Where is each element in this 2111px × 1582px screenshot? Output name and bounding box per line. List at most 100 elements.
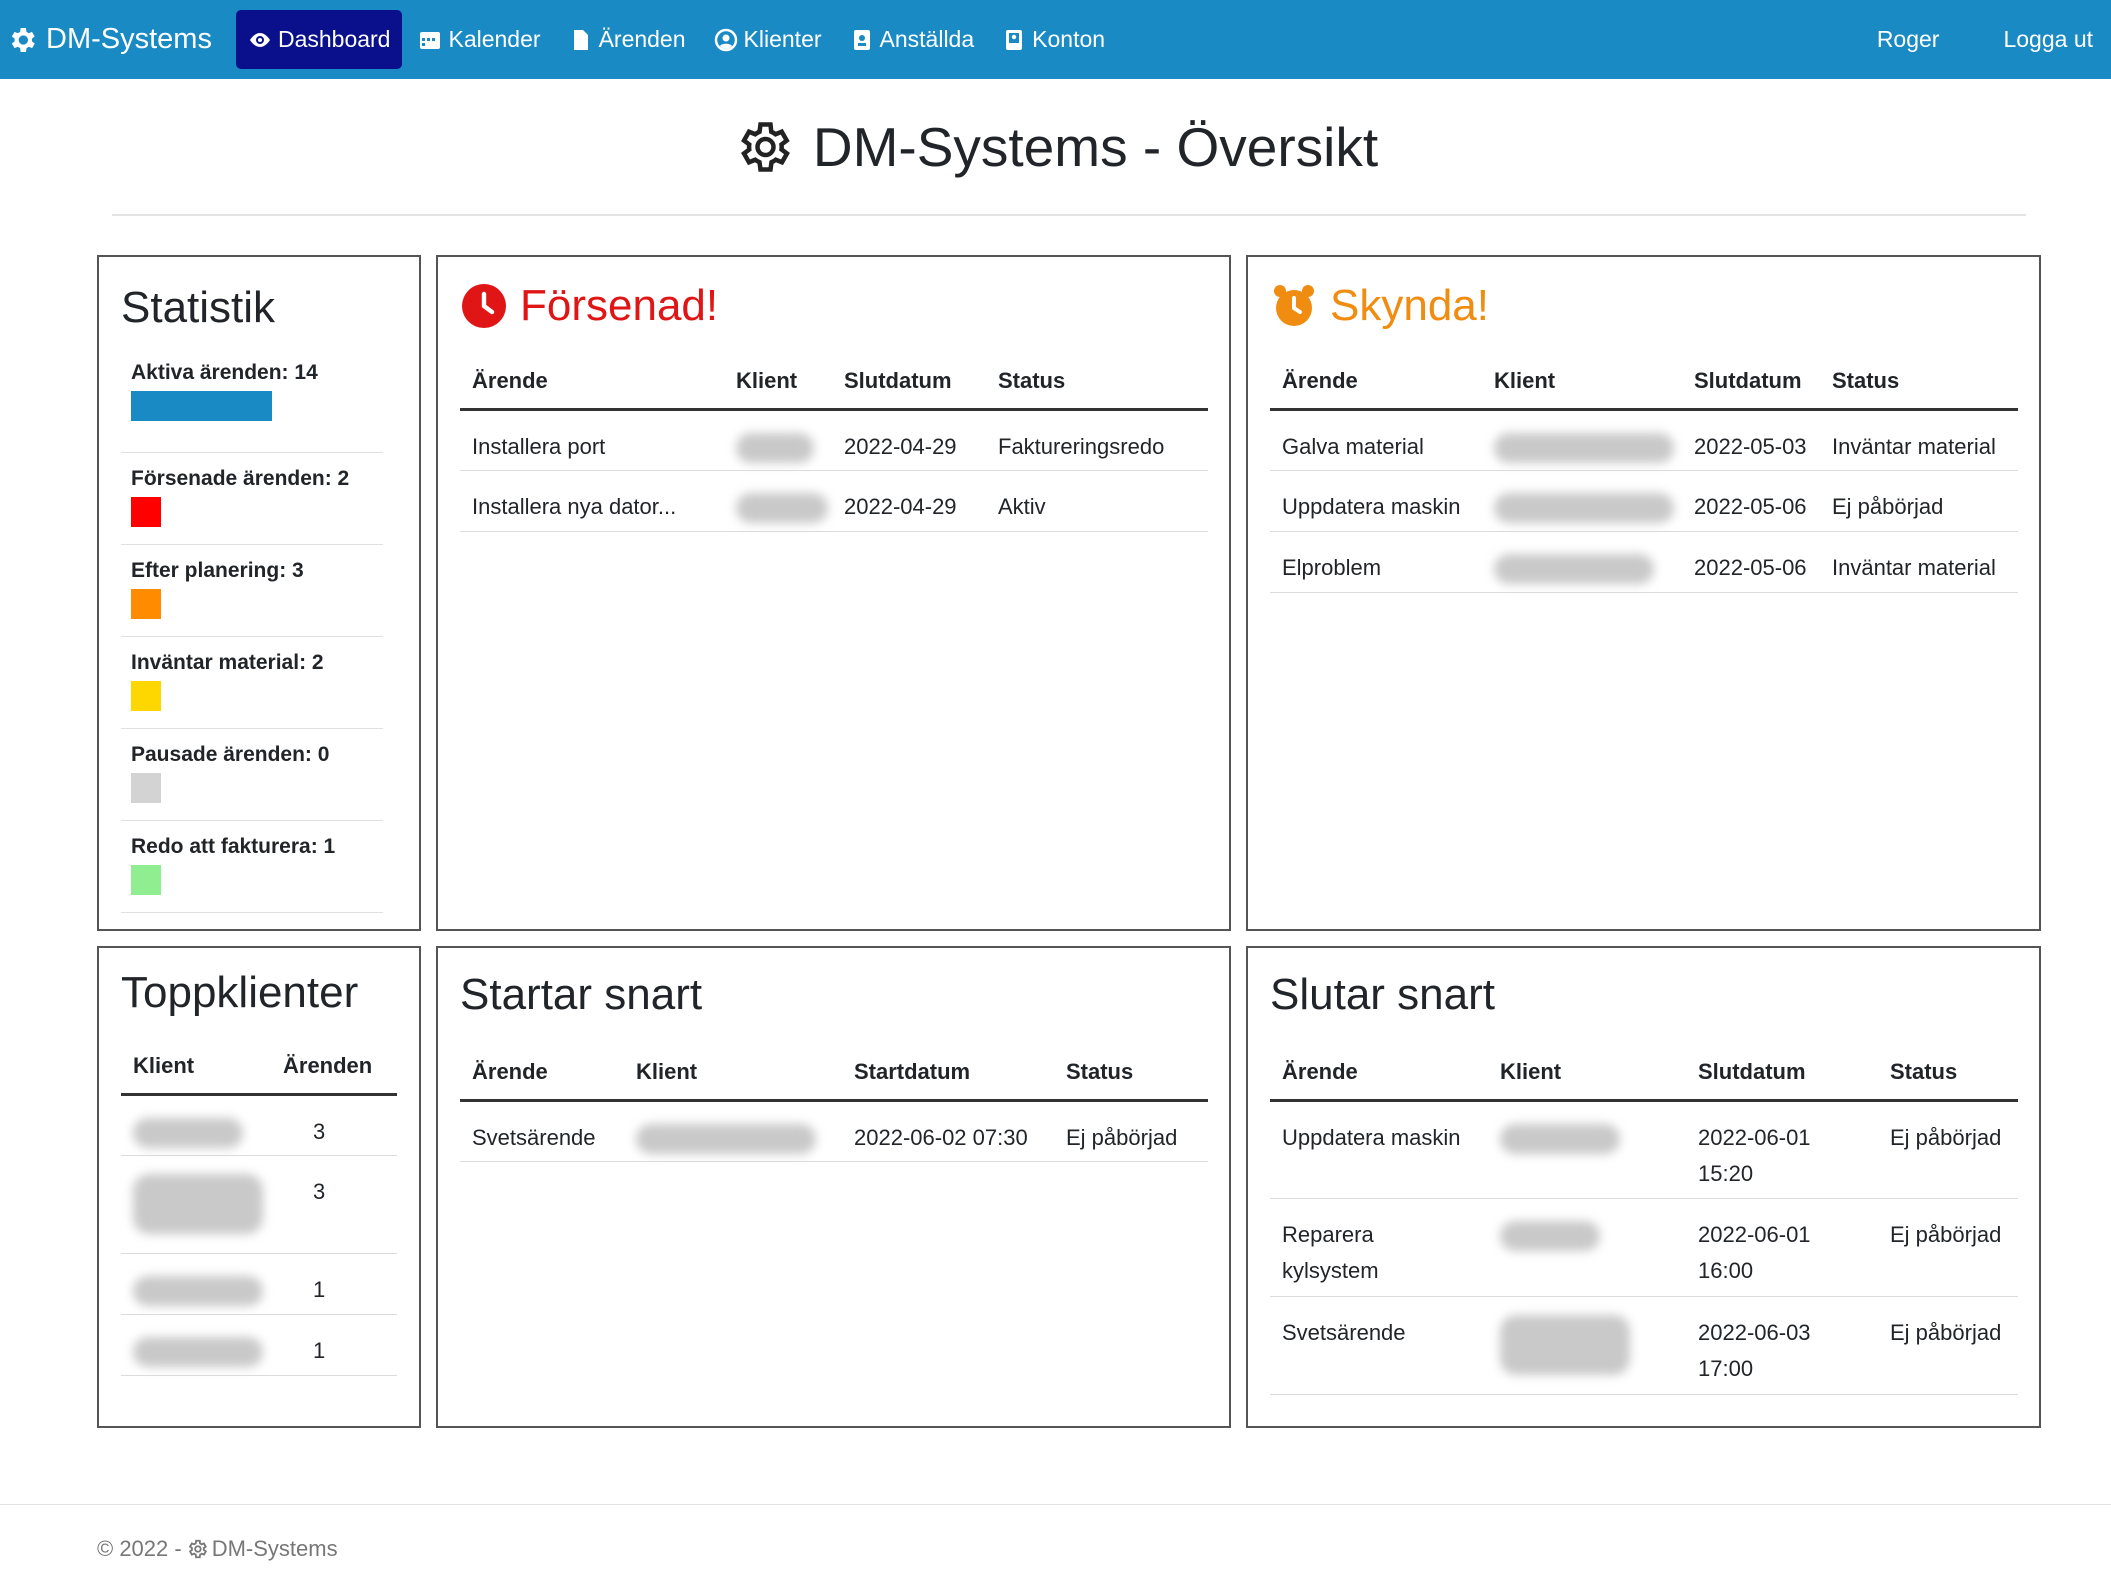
nav-anstallda-label: Anställda — [879, 26, 975, 52]
user-circle-icon — [714, 28, 737, 51]
table-row[interactable]: Svetsärende 2022-06-03 17:00 Ej påbörjad — [1270, 1296, 2018, 1395]
table-row[interactable]: 3 — [121, 1155, 397, 1254]
stat-label: Efter planering: 3 — [131, 559, 304, 582]
stat-item: Pausade ärenden: 0 — [121, 729, 383, 821]
table-row[interactable]: 1 — [121, 1314, 397, 1376]
col-klient: Klient — [1482, 355, 1682, 411]
navbar: DM-Systems Dashboard Kalender Ärenden Kl… — [0, 0, 2111, 79]
cell-slutdatum: 2022-06-01 16:00 — [1686, 1198, 1878, 1297]
cell-slutdatum: 2022-05-06 — [1682, 470, 1820, 532]
col-klient: Klient — [724, 355, 832, 411]
calendar-icon — [420, 31, 441, 49]
stat-bar — [131, 681, 161, 711]
cell-status: Ej påbörjad — [1878, 1198, 2018, 1297]
col-status: Status — [1820, 355, 2018, 411]
brand-link[interactable]: DM-Systems — [6, 0, 212, 79]
skynda-table: Ärende Klient Slutdatum Status Galva mat… — [1270, 355, 2018, 593]
nav-klienter[interactable]: Klienter — [702, 10, 834, 69]
statistik-card: Statistik Aktiva ärenden: 14 Försenade ä… — [97, 255, 421, 931]
cell-status: Ej påbörjad — [1878, 1296, 2018, 1395]
cell-slutdatum: 2022-05-06 — [1682, 531, 1820, 593]
stat-bar — [131, 589, 161, 619]
col-status: Status — [1878, 1046, 2018, 1102]
col-arende: Ärende — [460, 1046, 624, 1102]
table-row[interactable]: Uppdatera maskin 2022-05-06 Ej påbörjad — [1270, 470, 2018, 532]
col-klient: Klient — [624, 1046, 842, 1102]
slutar-snart-title: Slutar snart — [1270, 970, 1495, 1019]
cell-status: Ej påbörjad — [1054, 1100, 1208, 1162]
gear-icon — [740, 122, 790, 172]
cell-status: Ej påbörjad — [1820, 470, 2018, 532]
nav-user[interactable]: Roger — [1859, 10, 1958, 69]
alarm-clock-icon — [1274, 285, 1314, 326]
cell-slutdatum: 2022-04-29 — [832, 409, 986, 471]
table-row[interactable]: Installera nya dator... 2022-04-29 Aktiv — [460, 470, 1208, 532]
stat-bar — [131, 497, 161, 527]
nav-konton-label: Konton — [1032, 26, 1106, 52]
cell-arende: Uppdatera maskin — [1270, 1100, 1488, 1199]
page-title-text: DM-Systems - Översikt — [812, 116, 1379, 178]
nav-anstallda[interactable]: Anställda — [838, 10, 987, 69]
cell-startdatum: 2022-06-02 07:30 — [842, 1100, 1054, 1162]
col-status: Status — [1054, 1046, 1208, 1102]
cell-arende: Elproblem — [1270, 531, 1482, 593]
redacted-client — [133, 1173, 263, 1234]
table-row[interactable]: Svetsärende 2022-06-02 07:30 Ej påbörjad — [460, 1100, 1208, 1162]
table-row[interactable]: Galva material 2022-05-03 Inväntar mater… — [1270, 409, 2018, 471]
footer-divider — [0, 1504, 2111, 1505]
col-slutdatum: Slutdatum — [1686, 1046, 1878, 1102]
cell-status: Faktureringsredo — [986, 409, 1208, 471]
slutar-snart-card: Slutar snart Ärende Klient Slutdatum Sta… — [1246, 946, 2041, 1428]
stat-bar — [131, 773, 161, 803]
cell-slutdatum: 2022-06-03 17:00 — [1686, 1296, 1878, 1395]
toppklienter-card: Toppklienter Klient Ärenden 3 3 1 1 — [97, 946, 421, 1428]
stat-label: Försenade ärenden: 2 — [131, 467, 350, 490]
cell-slutdatum: 2022-05-03 — [1682, 409, 1820, 471]
cell-status: Ej påbörjad — [1878, 1100, 2018, 1199]
stat-label: Aktiva ärenden: 14 — [131, 361, 318, 384]
cell-klient — [1488, 1100, 1686, 1199]
cell-arenden: 1 — [271, 1253, 397, 1315]
forsenad-title: Försenad! — [460, 281, 718, 331]
col-arenden: Ärenden — [271, 1040, 397, 1096]
cell-status: Inväntar material — [1820, 409, 2018, 471]
nav-dashboard-label: Dashboard — [277, 26, 391, 52]
table-row[interactable]: Installera port 2022-04-29 Faktureringsr… — [460, 409, 1208, 471]
stat-bar — [131, 391, 272, 421]
col-slutdatum: Slutdatum — [1682, 355, 1820, 411]
nav-dashboard[interactable]: Dashboard — [235, 10, 403, 69]
table-row[interactable]: 1 — [121, 1253, 397, 1315]
nav-konton[interactable]: Konton — [990, 10, 1117, 69]
table-row[interactable]: Reparera kylsystem 2022-06-01 16:00 Ej p… — [1270, 1198, 2018, 1297]
logout-link[interactable]: Logga ut — [1985, 10, 2111, 69]
forsenad-card: Försenad! Ärende Klient Slutdatum Status… — [436, 255, 1231, 931]
cell-slutdatum: 2022-04-29 — [832, 470, 986, 532]
redacted-client — [1494, 432, 1674, 463]
col-klient: Klient — [1488, 1046, 1686, 1102]
redacted-client — [636, 1123, 816, 1154]
table-row[interactable]: 3 — [121, 1094, 397, 1156]
redacted-client — [1500, 1220, 1600, 1251]
footer-copyright: © 2022 - — [97, 1536, 182, 1561]
id-badge-icon — [853, 29, 870, 50]
cell-slutdatum: 2022-06-01 15:20 — [1686, 1100, 1878, 1199]
file-icon — [573, 29, 588, 50]
footer: © 2022 - DM-Systems — [97, 1536, 338, 1562]
redacted-client — [1494, 553, 1654, 584]
cell-klient — [121, 1094, 271, 1156]
skynda-title-text: Skynda! — [1330, 281, 1489, 330]
table-row[interactable]: Uppdatera maskin 2022-06-01 15:20 Ej påb… — [1270, 1100, 2018, 1199]
col-arende: Ärende — [460, 355, 724, 411]
nav-arenden[interactable]: Ärenden — [557, 10, 698, 69]
col-status: Status — [986, 355, 1208, 411]
cell-klient — [624, 1100, 842, 1162]
cell-arenden: 3 — [271, 1155, 397, 1254]
skynda-title: Skynda! — [1270, 281, 1489, 331]
stat-bar — [131, 865, 161, 895]
col-startdatum: Startdatum — [842, 1046, 1054, 1102]
table-row[interactable]: Elproblem 2022-05-06 Inväntar material — [1270, 531, 2018, 593]
cell-arende: Uppdatera maskin — [1270, 470, 1482, 532]
nav-kalender[interactable]: Kalender — [406, 10, 552, 69]
redacted-client — [133, 1275, 263, 1306]
title-divider — [112, 214, 2026, 216]
